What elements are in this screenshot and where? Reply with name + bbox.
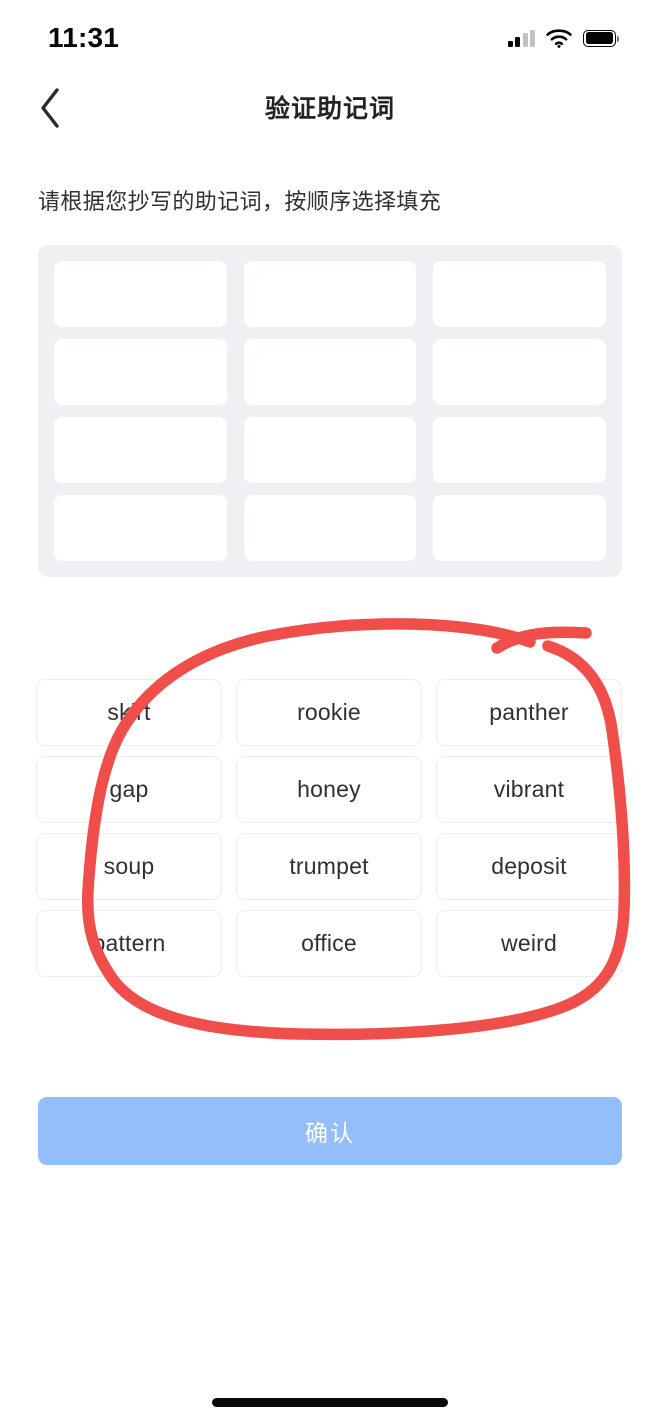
answer-slot[interactable] <box>54 261 227 327</box>
confirm-button[interactable]: 确认 <box>38 1097 622 1165</box>
status-bar-icons <box>507 28 620 48</box>
battery-full-icon <box>583 29 620 47</box>
answer-slot[interactable] <box>433 495 606 561</box>
answer-slot[interactable] <box>54 495 227 561</box>
word-chip[interactable]: deposit <box>436 833 622 900</box>
answer-slot[interactable] <box>433 261 606 327</box>
word-chip[interactable]: soup <box>36 833 222 900</box>
word-chip[interactable]: gap <box>36 756 222 823</box>
cellular-signal-icon <box>507 29 535 47</box>
answer-slot[interactable] <box>433 339 606 405</box>
answer-slot[interactable] <box>243 495 417 561</box>
word-chip[interactable]: honey <box>236 756 422 823</box>
answer-slot[interactable] <box>54 417 227 483</box>
word-chip[interactable]: rookie <box>236 679 422 746</box>
word-chip[interactable]: pattern <box>36 910 222 977</box>
instruction-text: 请根据您抄写的助记词，按顺序选择填充 <box>38 189 442 214</box>
word-chip[interactable]: office <box>236 910 422 977</box>
word-chip[interactable]: panther <box>436 679 622 746</box>
word-bank: skirt rookie panther gap honey vibrant s… <box>36 679 622 977</box>
mnemonic-answer-panel <box>38 245 622 577</box>
answer-slot[interactable] <box>243 261 417 327</box>
answer-slot[interactable] <box>243 339 417 405</box>
word-chip[interactable]: vibrant <box>436 756 622 823</box>
wifi-icon <box>546 28 572 48</box>
page-title: 验证助记词 <box>264 95 395 123</box>
answer-slot-grid <box>54 261 606 561</box>
word-chip[interactable]: weird <box>436 910 622 977</box>
home-indicator <box>212 1398 448 1407</box>
status-bar: 11:31 <box>0 0 660 72</box>
answer-slot[interactable] <box>54 339 227 405</box>
answer-slot[interactable] <box>243 417 417 483</box>
answer-slot[interactable] <box>433 417 606 483</box>
word-chip[interactable]: skirt <box>36 679 222 746</box>
word-chip[interactable]: trumpet <box>236 833 422 900</box>
status-bar-time: 11:31 <box>48 22 120 53</box>
nav-bar: 验证助记词 <box>0 72 660 142</box>
